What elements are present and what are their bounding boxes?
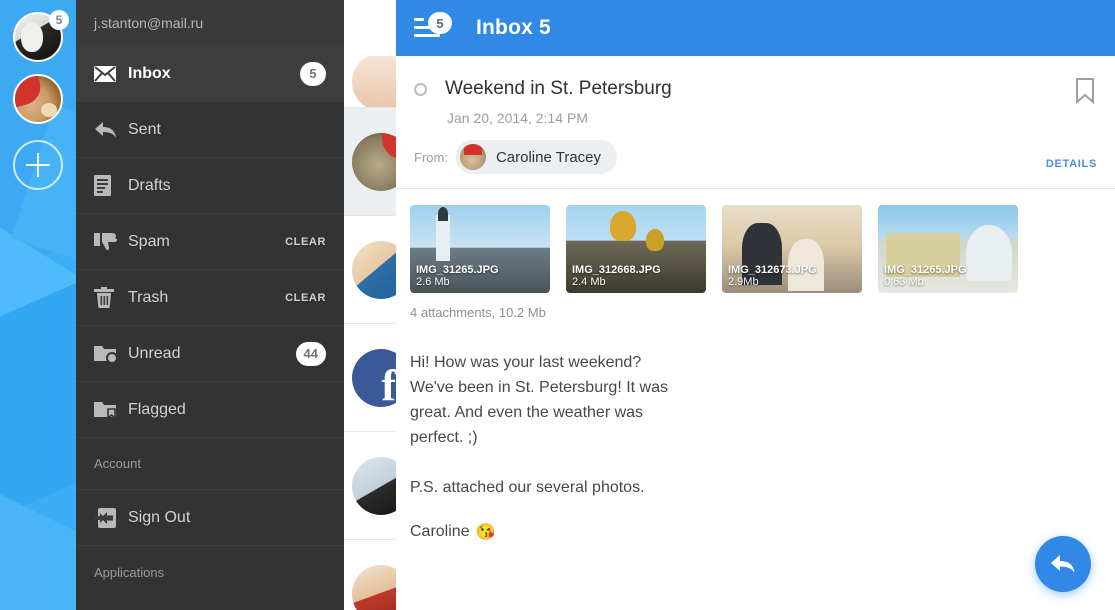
attachment-filename: IMG_312673.JPG xyxy=(728,263,817,276)
kiss-emoji-icon: 😘 xyxy=(475,524,496,541)
message-subject: Weekend in St. Petersburg xyxy=(445,78,672,99)
reply-button[interactable] xyxy=(1035,536,1091,592)
attachment-meta: IMG_312668.JPG 2.4 Mb xyxy=(572,264,661,289)
document-icon xyxy=(94,175,128,196)
mail-app-window: 5 j.stanton@mail.ru Inbox 5 Sent Drafts … xyxy=(0,0,1115,610)
sign-out-icon xyxy=(94,507,128,528)
message-list[interactable] xyxy=(344,0,396,610)
list-item[interactable] xyxy=(344,540,396,610)
message-body: Hi! How was your last weekend? We've bee… xyxy=(410,354,668,496)
sidebar-item-label: Sent xyxy=(128,120,161,138)
attachment-filename: IMG_31265.JPG xyxy=(416,263,499,276)
account-section-label: Account xyxy=(94,456,141,471)
list-item[interactable] xyxy=(344,108,396,216)
sender-name: Caroline Tracey xyxy=(495,148,601,166)
hamburger-menu-icon[interactable]: 5 xyxy=(414,12,452,38)
attachment-thumbnails: IMG_31265.JPG 2.6 Mb IMG_312668.JPG 2.4 … xyxy=(410,205,1097,293)
sender-avatar xyxy=(352,564,396,610)
sidebar-item-label: Unread xyxy=(128,344,181,362)
attachment-filename: IMG_31265.JPG xyxy=(884,263,967,276)
sidebar-item-sent[interactable]: Sent xyxy=(76,102,344,158)
folder-dot-icon xyxy=(94,344,128,363)
sender-avatar xyxy=(352,56,396,107)
sidebar-item-label: Drafts xyxy=(128,176,171,194)
reply-arrow-icon xyxy=(1051,555,1075,573)
account-rail-items: 5 xyxy=(0,0,76,190)
sidebar-item-sign-out[interactable]: Sign Out xyxy=(76,490,344,546)
sender-chip[interactable]: Caroline Tracey xyxy=(455,140,617,174)
sidebar-item-label: Sign Out xyxy=(128,508,191,526)
sidebar-item-unread[interactable]: Unread 44 xyxy=(76,326,344,382)
attachments-summary: 4 attachments, 10.2 Mb xyxy=(410,305,546,320)
add-account-button[interactable] xyxy=(13,140,63,190)
sidebar-item-label: Inbox xyxy=(128,64,171,82)
inbox-count-badge: 5 xyxy=(300,61,326,86)
page-title: Inbox 5 xyxy=(476,16,551,39)
menu-unread-badge: 5 xyxy=(428,12,452,34)
account-unread-badge: 5 xyxy=(49,10,69,30)
subject-row: Weekend in St. Petersburg xyxy=(414,78,1087,100)
message-header: Weekend in St. Petersburg Jan 20, 2014, … xyxy=(396,56,1115,188)
sidebar-item-flagged[interactable]: Flagged xyxy=(76,382,344,438)
applications-section-label: Applications xyxy=(94,564,165,580)
account-rail: 5 xyxy=(0,0,76,610)
trash-clear-button[interactable]: CLEAR xyxy=(285,292,326,304)
avatar-image-2 xyxy=(13,74,63,124)
attachment-size: 2.9Mb xyxy=(728,276,759,289)
unread-circle-icon[interactable] xyxy=(414,82,427,96)
sidebar-item-label: Flagged xyxy=(128,400,186,418)
message-signature: Caroline 😘 xyxy=(396,522,1115,542)
attachment-meta: IMG_312673.JPG 2.9Mb xyxy=(728,264,817,289)
sidebar-item-label: Trash xyxy=(128,288,169,306)
attachment-size: 0.63 Mb xyxy=(884,276,924,289)
list-item[interactable] xyxy=(344,56,396,108)
attachment-meta: IMG_31265.JPG 2.6 Mb xyxy=(416,264,499,289)
app-top-bar: 5 Inbox 5 xyxy=(396,0,1115,56)
attachment-size: 2.4 Mb xyxy=(572,276,606,289)
message-date: Jan 20, 2014, 2:14 PM xyxy=(447,110,588,126)
sidebar-item-trash[interactable]: Trash CLEAR xyxy=(76,270,344,326)
attachment-meta: IMG_31265.JPG 0.63 Mb xyxy=(884,264,967,289)
attachment-thumbnail[interactable]: IMG_31265.JPG 2.6 Mb xyxy=(410,205,550,293)
account-section-header: Account xyxy=(76,438,344,490)
trash-icon xyxy=(94,286,128,309)
account-avatar-1[interactable]: 5 xyxy=(13,10,69,62)
account-email-text: j.stanton@mail.ru xyxy=(94,15,204,31)
sidebar-item-spam[interactable]: Spam CLEAR xyxy=(76,214,344,270)
list-item[interactable] xyxy=(344,432,396,540)
thumbs-down-icon xyxy=(94,232,128,252)
navigation-drawer: j.stanton@mail.ru Inbox 5 Sent Drafts Sp… xyxy=(76,0,344,610)
spam-clear-button[interactable]: CLEAR xyxy=(285,236,326,248)
attachment-size: 2.6 Mb xyxy=(416,276,450,289)
envelope-icon xyxy=(94,65,128,82)
reply-arrow-icon xyxy=(94,121,128,139)
attachment-thumbnail[interactable]: IMG_31265.JPG 0.63 Mb xyxy=(878,205,1018,293)
folder-flag-icon xyxy=(94,400,128,419)
details-link[interactable]: DETAILS xyxy=(1046,158,1097,170)
account-avatar-2[interactable] xyxy=(13,74,63,124)
reading-pane: 5 Inbox 5 Weekend in St. Petersburg Jan … xyxy=(396,0,1115,610)
sender-avatar xyxy=(352,348,396,407)
account-email-header[interactable]: j.stanton@mail.ru xyxy=(76,0,344,46)
list-item[interactable] xyxy=(344,324,396,432)
attachment-thumbnail[interactable]: IMG_312673.JPG 2.9Mb xyxy=(722,205,862,293)
attachment-thumbnail[interactable]: IMG_312668.JPG 2.4 Mb xyxy=(566,205,706,293)
sender-avatar xyxy=(352,132,396,191)
sender-avatar xyxy=(352,240,396,299)
sender-avatar xyxy=(352,456,396,515)
from-label: From: xyxy=(414,149,448,165)
unread-count-badge: 44 xyxy=(295,341,326,366)
bookmark-icon[interactable] xyxy=(1075,78,1095,109)
sidebar-item-inbox[interactable]: Inbox 5 xyxy=(76,46,344,102)
attachments-area: IMG_31265.JPG 2.6 Mb IMG_312668.JPG 2.4 … xyxy=(396,189,1115,328)
list-item[interactable] xyxy=(344,216,396,324)
sender-avatar xyxy=(459,144,486,170)
attachment-filename: IMG_312668.JPG xyxy=(572,263,661,276)
sidebar-item-drafts[interactable]: Drafts xyxy=(76,158,344,214)
applications-section-header: Applications xyxy=(76,546,344,598)
sidebar-item-label: Spam xyxy=(128,232,170,250)
signature-name: Caroline xyxy=(410,523,470,540)
sender-row: From: Caroline Tracey xyxy=(414,140,1087,174)
